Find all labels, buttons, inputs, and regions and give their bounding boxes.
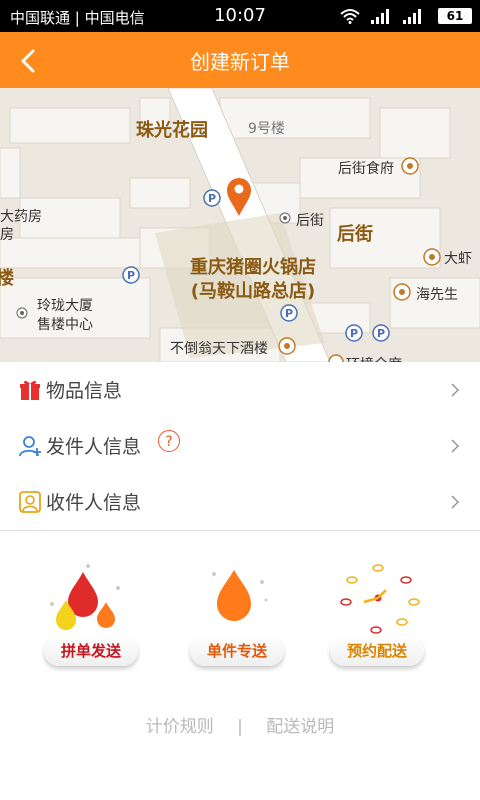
restaurant-name-line2: (马鞍山路总店) <box>190 281 316 302</box>
restaurant-icon <box>278 337 296 355</box>
svg-text:P: P <box>350 327 358 340</box>
row-receiver-info[interactable]: 收件人信息 <box>0 474 480 531</box>
svg-text:P: P <box>208 192 216 205</box>
row-label-receiver-info: 收件人信息 <box>46 492 142 514</box>
scheduled-delivery-button[interactable]: 预约配送 <box>330 636 424 666</box>
restaurant-icon <box>423 248 441 266</box>
row-label-sender-info: 发件人信息 <box>46 436 142 458</box>
map-label-building9: 9号楼 <box>248 121 285 137</box>
chevron-right-icon <box>451 439 460 453</box>
service-scheduled-delivery[interactable]: 预约配送 <box>324 560 444 690</box>
row-label-item-info: 物品信息 <box>46 380 123 402</box>
map-label-restaurant: 重庆猪圈火锅店 (马鞍山路总店) <box>168 256 338 304</box>
chevron-right-icon <box>451 383 460 397</box>
battery-icon: 61 <box>438 8 472 24</box>
map-label-cut-bottom: 环境全席 <box>346 354 402 362</box>
delivery-info-link[interactable]: 配送说明 <box>266 712 334 737</box>
pricing-rules-link[interactable]: 计价规则 <box>146 712 214 737</box>
restaurant-icon <box>393 283 411 301</box>
map-label-linglong-1: 玲珑大厦 <box>37 298 93 314</box>
restaurant-icon <box>401 157 419 175</box>
svg-text:P: P <box>377 327 385 340</box>
map-label-mr-hai: 海先生 <box>416 287 458 303</box>
service-single-delivery[interactable]: 单件专送 <box>184 560 304 690</box>
map-label-pharmacy: 大药房 <box>0 209 42 225</box>
contact-icon <box>19 491 41 513</box>
parking-icon: P <box>203 189 221 207</box>
row-item-info[interactable]: 物品信息 <box>0 362 480 419</box>
signal-1-icon <box>371 9 389 24</box>
status-bar: 中国联通 | 中国电信 10:07 61 <box>0 0 480 32</box>
parking-icon: P <box>345 324 363 342</box>
group-order-button[interactable]: 拼单发送 <box>44 636 138 666</box>
add-user-icon <box>19 436 41 457</box>
map-label-cut-left2: 房 <box>0 227 14 243</box>
map-label-canteen: 后街食府 <box>338 161 394 177</box>
chevron-right-icon <box>451 495 460 509</box>
footer-links: 计价规则 | 配送说明 <box>0 712 480 738</box>
map-label-linglong-2: 售楼中心 <box>37 317 93 333</box>
parking-icon: P <box>122 266 140 284</box>
restaurant-icon <box>328 354 344 362</box>
signal-2-icon <box>403 9 421 24</box>
service-group-order[interactable]: 拼单发送 <box>38 560 158 690</box>
drop-icon <box>212 570 268 621</box>
map-view[interactable]: P P P P P 珠光花园 9号楼 后街食府 大药房 后街 后街 重庆猪圈火锅… <box>0 88 480 362</box>
parking-icon: P <box>372 324 390 342</box>
map-label-cut-left1: 楼 <box>0 268 14 289</box>
map-label-park: 珠光花园 <box>136 120 208 141</box>
map-label-houjie: 后街 <box>337 224 373 245</box>
wifi-icon <box>340 9 360 24</box>
gift-icon <box>20 380 40 400</box>
svg-text:P: P <box>285 307 293 320</box>
poi-dot-icon <box>279 212 291 224</box>
clock-icon <box>340 564 420 634</box>
signal-icons <box>340 8 424 24</box>
single-delivery-button[interactable]: 单件专送 <box>190 636 284 666</box>
drops-icon <box>50 564 120 630</box>
restaurant-name-line1: 重庆猪圈火锅店 <box>190 257 316 278</box>
svg-text:P: P <box>127 269 135 282</box>
map-label-dashrimp: 大虾 <box>444 251 472 267</box>
footer-separator: | <box>237 717 243 737</box>
poi-dot-icon <box>16 307 28 319</box>
help-icon[interactable]: ? <box>158 430 180 452</box>
map-label-budaoweng: 不倒翁天下酒楼 <box>170 341 268 357</box>
row-sender-info[interactable]: 发件人信息 ? <box>0 418 480 475</box>
map-label-houjie-small: 后街 <box>296 213 324 229</box>
page-title: 创建新订单 <box>190 50 290 74</box>
app-header: 创建新订单 <box>0 32 480 88</box>
parking-icon: P <box>280 304 298 322</box>
